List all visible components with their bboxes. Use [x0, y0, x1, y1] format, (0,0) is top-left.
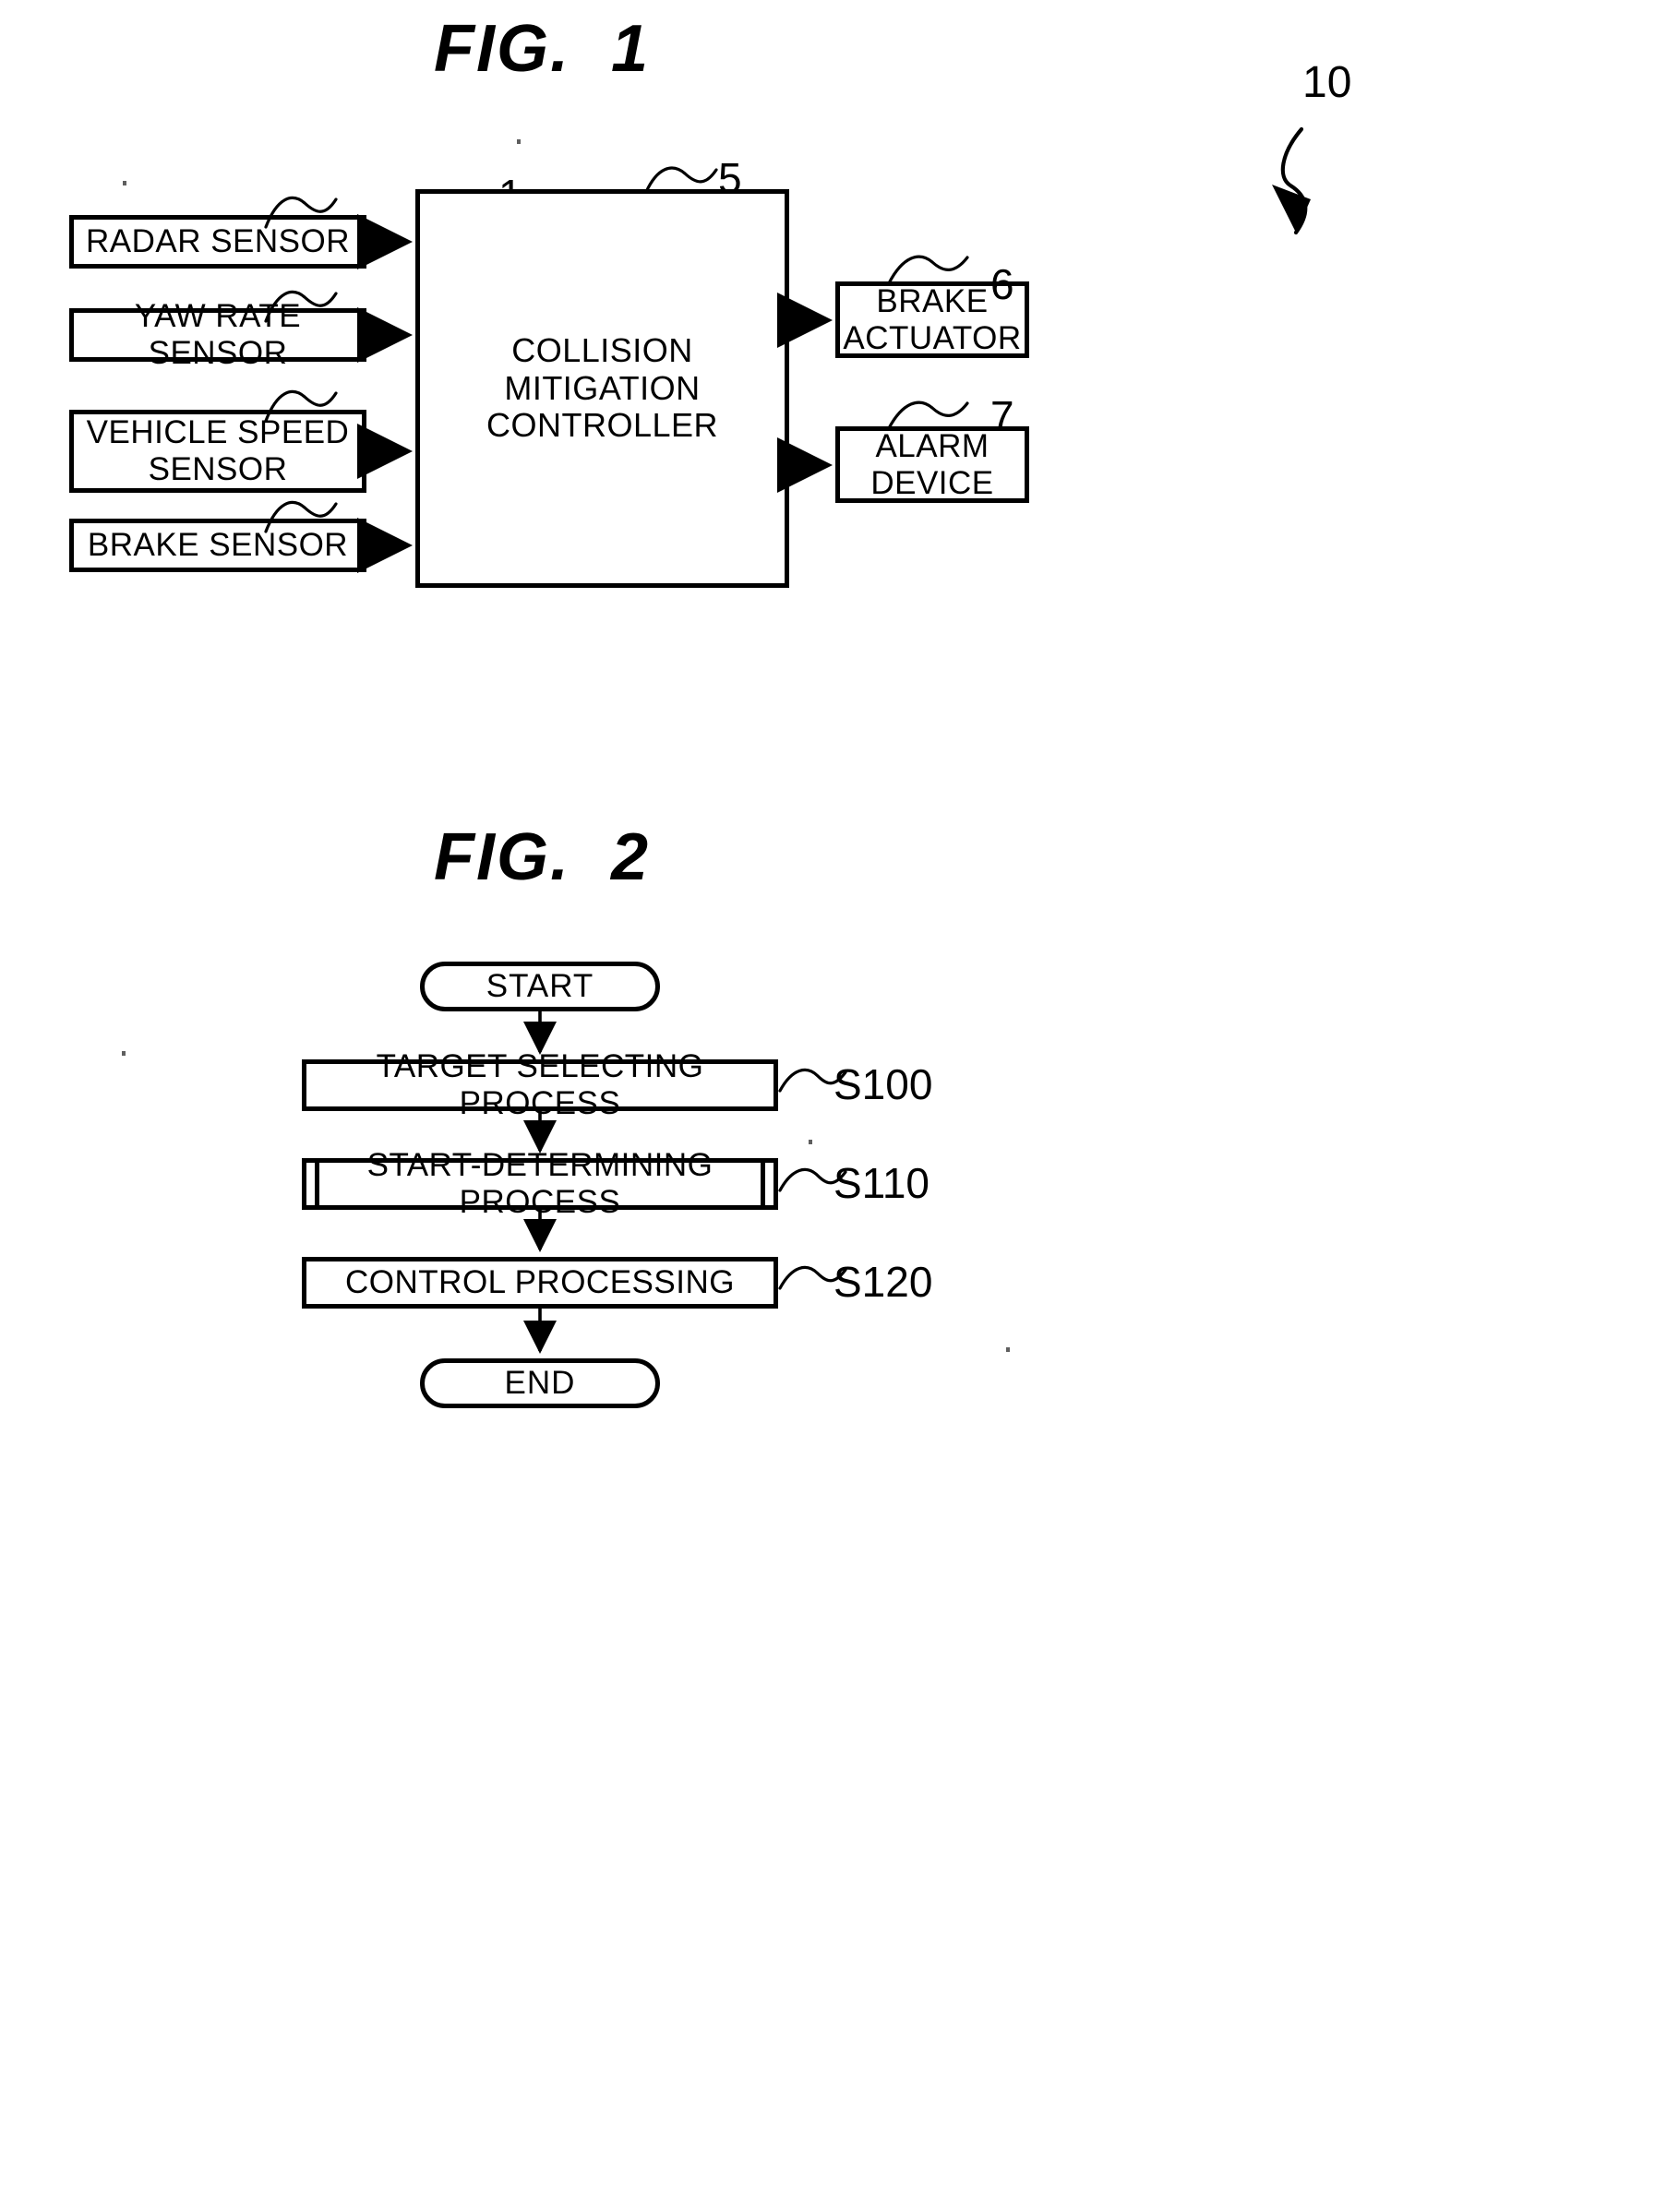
block-vehicle-speed-sensor-label-line2: SENSOR [148, 451, 288, 487]
flow-step-control-processing: CONTROL PROCESSING [302, 1257, 778, 1309]
block-yaw-rate-sensor-label: YAW RATE SENSOR [134, 298, 302, 371]
scan-speck [122, 1051, 126, 1056]
block-brake-sensor: BRAKE SENSOR [69, 519, 366, 572]
flow-terminator-start: START [420, 962, 660, 1011]
figure-2-title: FIG. 2 [434, 820, 651, 894]
block-alarm-device-label-line1: ALARM [875, 427, 989, 464]
flow-terminator-start-label: START [486, 968, 594, 1004]
system-leader-curve [1280, 126, 1308, 235]
flow-terminator-end-label: END [504, 1365, 576, 1401]
leader-squiggle-6 [887, 255, 969, 285]
patent-drawing-sheet: FIG. 1 10 RADAR SENSOR 1 YAW RATE SENSOR… [0, 0, 1655, 2212]
block-radar-sensor: RADAR SENSOR [69, 215, 366, 269]
flow-step-start-determining-process-label: START-DETERMINING PROCESS [366, 1147, 714, 1220]
block-radar-sensor-label: RADAR SENSOR [85, 223, 351, 260]
block-brake-actuator-label-line2: ACTUATOR [843, 319, 1022, 356]
step-reference-s110: S110 [833, 1159, 930, 1207]
flow-step-target-selecting-process: TARGET SELECTING PROCESS [302, 1048, 778, 1121]
block-brake-sensor-label: BRAKE SENSOR [87, 527, 349, 564]
block-brake-actuator-label-line1: BRAKE [876, 282, 989, 319]
flow-step-start-determining-process: START-DETERMINING PROCESS [302, 1147, 778, 1220]
step-reference-s120: S120 [833, 1258, 933, 1306]
figure-1-title: FIG. 1 [434, 12, 651, 86]
flow-terminator-end: END [420, 1358, 660, 1408]
system-leader-arrowhead [1272, 185, 1311, 233]
scan-speck [809, 1140, 812, 1144]
block-controller-label-line2: CONTROLLER [486, 406, 719, 445]
block-vehicle-speed-sensor-label-line1: VEHICLE SPEED [86, 414, 350, 451]
scan-speck [517, 139, 521, 144]
scan-speck [123, 181, 126, 185]
leader-squiggle-7 [887, 401, 969, 430]
reference-numeral-5: 5 [718, 154, 742, 202]
flow-step-control-processing-label: CONTROL PROCESSING [345, 1264, 735, 1301]
block-yaw-rate-sensor: YAW RATE SENSOR [69, 298, 366, 371]
reference-numeral-10: 10 [1302, 58, 1352, 107]
block-alarm-device-label-line2: DEVICE [870, 464, 994, 501]
reference-numeral-7: 7 [990, 392, 1014, 440]
reference-numeral-6: 6 [990, 260, 1014, 308]
block-vehicle-speed-sensor: VEHICLE SPEED SENSOR [69, 410, 366, 493]
step-reference-s100: S100 [833, 1060, 933, 1108]
block-collision-mitigation-controller: COLLISION MITIGATION CONTROLLER [415, 189, 789, 588]
flow-step-target-selecting-process-label: TARGET SELECTING PROCESS [376, 1048, 704, 1121]
scan-speck [1006, 1347, 1010, 1352]
block-controller-label-line1: COLLISION MITIGATION [504, 330, 701, 407]
